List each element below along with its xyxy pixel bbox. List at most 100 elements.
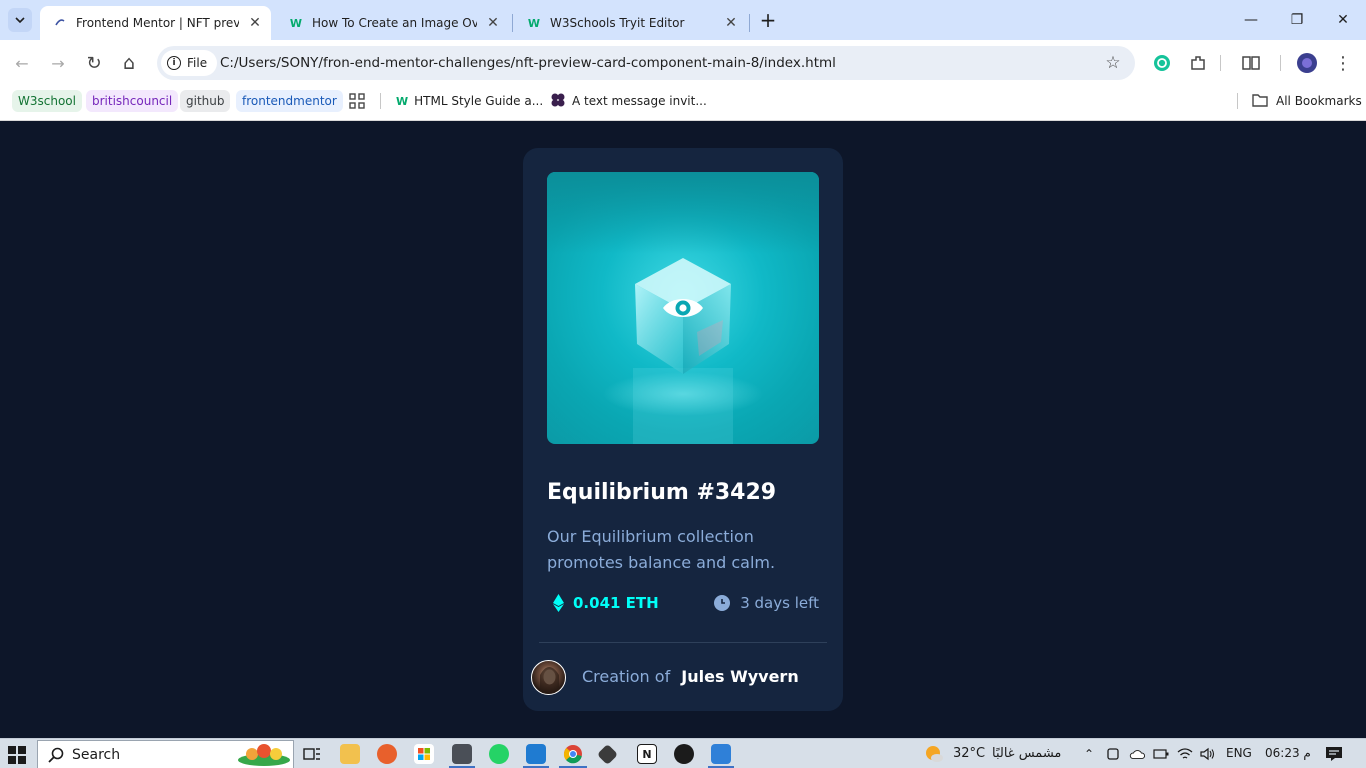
site-info-chip[interactable]: i File bbox=[161, 50, 218, 76]
clock-icon bbox=[714, 595, 731, 611]
bookmark-w3school[interactable]: W3school bbox=[12, 90, 82, 112]
w3schools-favicon-icon: W bbox=[289, 16, 303, 30]
close-window-button[interactable]: ✕ bbox=[1320, 0, 1366, 40]
all-bookmarks-label: All Bookmarks bbox=[1276, 94, 1362, 108]
tab-search-button[interactable] bbox=[8, 8, 32, 32]
url-text[interactable]: C:/Users/SONY/fron-end-mentor-challenges… bbox=[220, 55, 836, 71]
info-icon: i bbox=[167, 56, 181, 70]
bookmark-britishcouncil[interactable]: britishcouncil bbox=[86, 90, 179, 112]
back-button[interactable]: ← bbox=[8, 49, 36, 77]
firefox-icon[interactable] bbox=[377, 744, 397, 764]
tab-close-icon[interactable]: ✕ bbox=[485, 15, 501, 31]
folder-icon bbox=[1252, 93, 1268, 110]
w3schools-favicon-icon: W bbox=[396, 94, 409, 108]
toolbar-separator bbox=[1220, 55, 1221, 71]
nft-card: Equilibrium #3429 Our Equilibrium collec… bbox=[523, 148, 843, 711]
bookmark-frontendmentor[interactable]: frontendmentor bbox=[236, 90, 343, 112]
tab-title: How To Create an Image Overla bbox=[312, 16, 477, 30]
camera-icon[interactable] bbox=[1105, 746, 1121, 762]
new-tab-button[interactable]: + bbox=[757, 8, 779, 32]
tab-separator bbox=[749, 14, 750, 32]
task-view-icon[interactable] bbox=[302, 744, 322, 764]
eye-icon bbox=[663, 299, 703, 317]
price-value: 0.041 ETH bbox=[573, 594, 659, 612]
search-label: Search bbox=[72, 746, 121, 763]
language-indicator[interactable]: ENG bbox=[1226, 746, 1252, 760]
bookmark-text-message[interactable]: A text message invit... bbox=[550, 90, 707, 112]
taskbar-search-box[interactable]: Search bbox=[37, 740, 294, 768]
creator-avatar bbox=[531, 660, 566, 695]
restore-button[interactable]: ❐ bbox=[1274, 0, 1320, 40]
page-viewport: Equilibrium #3429 Our Equilibrium collec… bbox=[0, 121, 1366, 738]
bookmark-label: HTML Style Guide a... bbox=[414, 94, 544, 108]
tab-tryit-editor[interactable]: W W3Schools Tryit Editor ✕ bbox=[514, 6, 747, 40]
chrome-icon[interactable] bbox=[563, 744, 583, 764]
whatsapp-icon[interactable] bbox=[489, 744, 509, 764]
weather-description[interactable]: مشمس غالبًا bbox=[992, 746, 1061, 761]
microsoft-store-icon[interactable] bbox=[414, 744, 434, 764]
notifications-icon[interactable] bbox=[1325, 745, 1343, 763]
weather-temperature[interactable]: 32°C bbox=[953, 746, 985, 761]
price-row: 0.041 ETH bbox=[553, 594, 659, 612]
grammarly-extension-icon[interactable] bbox=[1148, 49, 1176, 77]
tab-close-icon[interactable]: ✕ bbox=[723, 15, 739, 31]
onedrive-icon[interactable] bbox=[1129, 746, 1145, 762]
git-icon[interactable] bbox=[596, 743, 619, 766]
extensions-icon[interactable] bbox=[1184, 49, 1212, 77]
windows-start-icon[interactable] bbox=[8, 746, 26, 764]
home-button[interactable]: ⌂ bbox=[115, 49, 143, 77]
bookmark-github[interactable]: github bbox=[180, 90, 231, 112]
taskbar-clock[interactable]: 06:23 م bbox=[1265, 746, 1311, 760]
nft-description: Our Equilibrium collection promotes bala… bbox=[547, 527, 776, 572]
profile-avatar-icon[interactable] bbox=[1293, 49, 1321, 77]
search-icon bbox=[48, 747, 64, 763]
ethereum-icon bbox=[553, 594, 564, 612]
time-row: 3 days left bbox=[714, 594, 819, 612]
creator-prefix: Creation of bbox=[582, 667, 671, 686]
tab-close-icon[interactable]: ✕ bbox=[247, 15, 263, 31]
reading-list-icon[interactable] bbox=[1237, 49, 1265, 77]
chatgpt-icon[interactable] bbox=[674, 744, 694, 764]
creator-name-link[interactable]: Jules Wyvern bbox=[681, 667, 798, 686]
tab-title: Frontend Mentor | NFT preview bbox=[76, 16, 239, 30]
minimize-button[interactable]: — bbox=[1228, 0, 1274, 40]
all-bookmarks-button[interactable]: All Bookmarks bbox=[1252, 90, 1362, 112]
file-explorer-icon[interactable] bbox=[340, 744, 360, 764]
bookmark-label: frontendmentor bbox=[242, 94, 337, 108]
toolbar-separator bbox=[1280, 55, 1281, 71]
w3schools-favicon-icon: W bbox=[527, 16, 541, 30]
frontend-mentor-favicon-icon bbox=[52, 15, 68, 31]
wifi-icon[interactable] bbox=[1177, 746, 1193, 762]
bookmark-label: A text message invit... bbox=[572, 94, 707, 108]
bookmark-separator bbox=[380, 93, 381, 109]
windows-taskbar: Search N 32°C مشمس غالبًا ⌃ ENG 06:23 م bbox=[0, 738, 1366, 768]
nft-title[interactable]: Equilibrium #3429 bbox=[547, 480, 776, 505]
bookmark-star-icon[interactable]: ☆ bbox=[1103, 53, 1123, 73]
tab-strip: Frontend Mentor | NFT preview ✕ W How To… bbox=[0, 0, 1366, 40]
notion-icon[interactable]: N bbox=[637, 744, 657, 764]
tab-frontend-mentor[interactable]: Frontend Mentor | NFT preview ✕ bbox=[40, 6, 271, 40]
time-left-value: 3 days left bbox=[740, 594, 819, 612]
battery-icon[interactable] bbox=[1153, 746, 1169, 762]
browser-toolbar: ← → ↻ ⌂ i File C:/Users/SONY/fron-end-me… bbox=[0, 40, 1366, 86]
volume-icon[interactable] bbox=[1200, 746, 1216, 762]
weather-sun-icon[interactable] bbox=[924, 744, 944, 764]
photos-icon[interactable] bbox=[711, 744, 731, 764]
browser-menu-icon[interactable]: ⋮ bbox=[1329, 49, 1357, 77]
reload-button[interactable]: ↻ bbox=[80, 49, 108, 77]
tab-image-overlay[interactable]: W How To Create an Image Overla ✕ bbox=[276, 6, 509, 40]
vscode-icon[interactable] bbox=[526, 744, 546, 764]
bookmark-html-style-guide[interactable]: W HTML Style Guide a... bbox=[396, 90, 543, 112]
site-info-label: File bbox=[187, 56, 208, 70]
app-icon[interactable] bbox=[452, 744, 472, 764]
nft-image[interactable] bbox=[547, 172, 819, 444]
apps-grid-icon[interactable] bbox=[349, 90, 365, 112]
tab-separator bbox=[512, 14, 513, 32]
address-bar[interactable]: i File C:/Users/SONY/fron-end-mentor-cha… bbox=[157, 46, 1135, 80]
search-highlight-image bbox=[238, 744, 290, 766]
forward-button[interactable]: → bbox=[44, 49, 72, 77]
card-divider bbox=[539, 642, 827, 643]
bookmark-separator bbox=[1237, 93, 1238, 109]
chevron-up-icon[interactable]: ⌃ bbox=[1081, 746, 1097, 762]
bookmarks-bar: W3school britishcouncil github frontendm… bbox=[0, 86, 1366, 121]
